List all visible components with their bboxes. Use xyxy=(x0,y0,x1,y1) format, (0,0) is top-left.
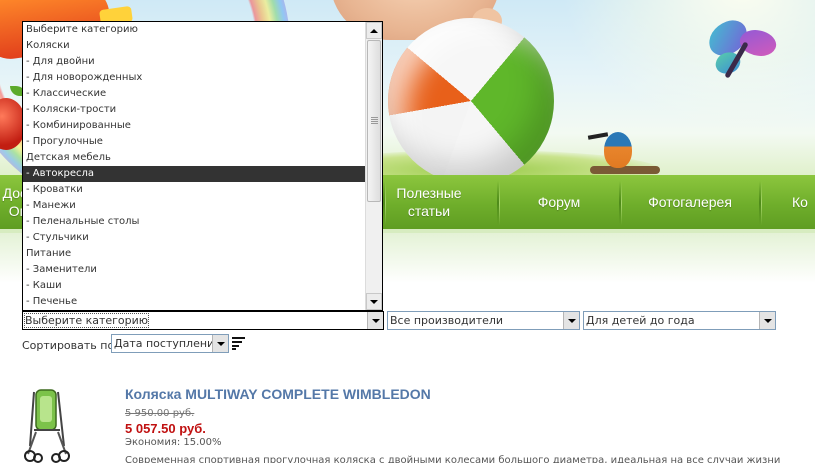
sort-select[interactable]: Дата поступления xyxy=(111,334,229,353)
scroll-down-icon[interactable] xyxy=(366,293,382,310)
dropdown-option[interactable]: - Для двойни xyxy=(23,54,366,70)
product-image-stroller[interactable] xyxy=(24,386,70,463)
nav-separator xyxy=(497,181,500,225)
nav-item-poleznye-stati[interactable]: Полезные статьи xyxy=(386,175,472,229)
new-price: 5 057.50 руб. xyxy=(125,421,206,436)
old-price: 5 950.00 руб. xyxy=(125,408,195,419)
nav-item-more[interactable]: Ко xyxy=(792,175,815,229)
dropdown-option[interactable]: Питание xyxy=(23,246,366,262)
age-select-value: Для детей до года xyxy=(586,314,695,327)
sun-rays-illustration xyxy=(560,0,815,130)
manufacturer-select[interactable]: Все производители xyxy=(387,311,580,330)
nav-item-fotogalereya[interactable]: Фотогалерея xyxy=(622,175,758,229)
scrollbar-thumb[interactable] xyxy=(367,40,381,202)
beach-ball-illustration xyxy=(388,18,554,178)
scroll-up-icon[interactable] xyxy=(366,22,382,39)
kingfisher-illustration xyxy=(604,132,632,168)
dropdown-options: Выберите категорию Коляски - Для двойни -… xyxy=(23,22,366,310)
product-title-link[interactable]: Коляска MULTIWAY COMPLETE WIMBLEDON xyxy=(125,386,431,402)
nav-separator xyxy=(619,181,622,225)
sort-select-value: Дата поступления xyxy=(114,337,221,350)
dropdown-option[interactable]: - Комбинированные xyxy=(23,118,366,134)
chevron-down-icon[interactable] xyxy=(212,335,228,352)
dropdown-option[interactable]: - Классические xyxy=(23,86,366,102)
dropdown-option[interactable]: - Для новорожденных xyxy=(23,70,366,86)
dropdown-option[interactable]: - Стульчики xyxy=(23,230,366,246)
dropdown-option[interactable]: - Прогулочные xyxy=(23,134,366,150)
nav-separator xyxy=(759,181,762,225)
sort-descending-icon[interactable] xyxy=(232,336,246,350)
age-select[interactable]: Для детей до года xyxy=(583,311,776,330)
dropdown-option[interactable]: Детская мебель xyxy=(23,150,366,166)
grip-icon xyxy=(371,117,378,125)
dropdown-option[interactable]: - Манежи xyxy=(23,198,366,214)
page: Дост Оп Полезные статьи Форум Фотогалере… xyxy=(0,0,815,463)
discount-text: Экономия: 15.00% xyxy=(125,437,222,448)
category-select-value: Выберите категорию xyxy=(23,313,150,328)
chevron-down-icon[interactable] xyxy=(759,312,775,329)
dropdown-scrollbar[interactable] xyxy=(365,22,382,310)
nav-separator xyxy=(383,181,386,225)
dropdown-option[interactable]: - Автокресла xyxy=(23,166,366,182)
branch-illustration xyxy=(590,166,660,174)
dropdown-option[interactable]: - Заменители xyxy=(23,262,366,278)
chevron-down-icon[interactable] xyxy=(563,312,579,329)
nav-item-forum[interactable]: Форум xyxy=(500,175,618,229)
sort-label: Сортировать по: xyxy=(22,339,118,352)
dropdown-option[interactable]: Коляски xyxy=(23,38,366,54)
dropdown-option[interactable]: - Каши xyxy=(23,278,366,294)
dropdown-option[interactable]: - Коляски-трости xyxy=(23,102,366,118)
dropdown-option[interactable]: - Пеленальные столы xyxy=(23,214,366,230)
dropdown-option[interactable]: - Печенье xyxy=(23,294,366,310)
chevron-down-icon[interactable] xyxy=(367,312,383,329)
bird-beak-illustration xyxy=(587,132,609,140)
dropdown-option[interactable]: - Кроватки xyxy=(23,182,366,198)
category-select[interactable]: Выберите категорию xyxy=(22,311,384,330)
manufacturer-select-value: Все производители xyxy=(390,314,504,327)
category-dropdown-list[interactable]: Выберите категорию Коляски - Для двойни -… xyxy=(22,21,383,311)
product-description: Современная спортивная прогулочная коляс… xyxy=(125,455,781,463)
dropdown-option[interactable]: Выберите категорию xyxy=(23,22,366,38)
